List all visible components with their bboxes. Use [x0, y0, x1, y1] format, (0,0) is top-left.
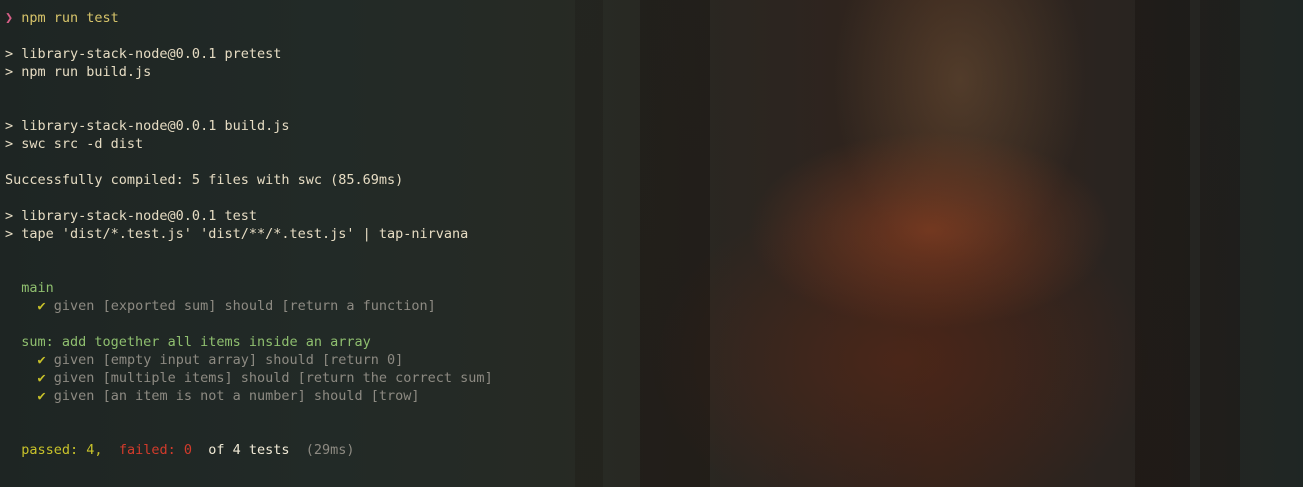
check-icon: ✔ — [37, 370, 46, 386]
failed-count: failed: 0 — [118, 442, 192, 458]
suite-title: sum: add together all items inside an ar… — [21, 334, 371, 350]
build-command-line: > swc src -d dist — [5, 136, 144, 152]
test-result-row: ✔ given [exported sum] should [return a … — [5, 297, 1298, 315]
pretest-command-line: > npm run build.js — [5, 64, 152, 80]
test-result-row: ✔ given [multiple items] should [return … — [5, 369, 1298, 387]
terminal-output[interactable]: ❯ npm run test > library-stack-node@0.0.… — [5, 9, 1298, 459]
test-command-line: > tape 'dist/*.test.js' 'dist/**/*.test.… — [5, 226, 469, 242]
test-description: given [empty input array] should [return… — [53, 352, 404, 368]
build-script-line: > library-stack-node@0.0.1 build.js — [5, 118, 290, 134]
compile-result-line: Successfully compiled: 5 files with swc … — [5, 172, 404, 188]
test-result-row: ✔ given [empty input array] should [retu… — [5, 351, 1298, 369]
command-prompt-line: ❯ npm run test — [5, 9, 1298, 27]
passed-count: passed: 4, — [21, 442, 103, 458]
prompt-arrow-icon: ❯ — [5, 10, 14, 26]
test-result-row: ✔ given [an item is not a number] should… — [5, 387, 1298, 405]
total-tests: of 4 tests — [208, 442, 290, 458]
suite-title: main — [21, 280, 54, 296]
test-summary-line: passed: 4, failed: 0 of 4 tests (29ms) — [5, 441, 1298, 459]
check-icon: ✔ — [37, 388, 46, 404]
typed-command: npm run test — [21, 10, 119, 26]
check-icon: ✔ — [37, 352, 46, 368]
test-duration: (29ms) — [305, 442, 355, 458]
test-description: given [an item is not a number] should [… — [53, 388, 420, 404]
pretest-script-line: > library-stack-node@0.0.1 pretest — [5, 46, 282, 62]
test-description: given [exported sum] should [return a fu… — [53, 298, 436, 314]
check-icon: ✔ — [37, 298, 46, 314]
test-script-line: > library-stack-node@0.0.1 test — [5, 208, 257, 224]
test-description: given [multiple items] should [return th… — [53, 370, 493, 386]
